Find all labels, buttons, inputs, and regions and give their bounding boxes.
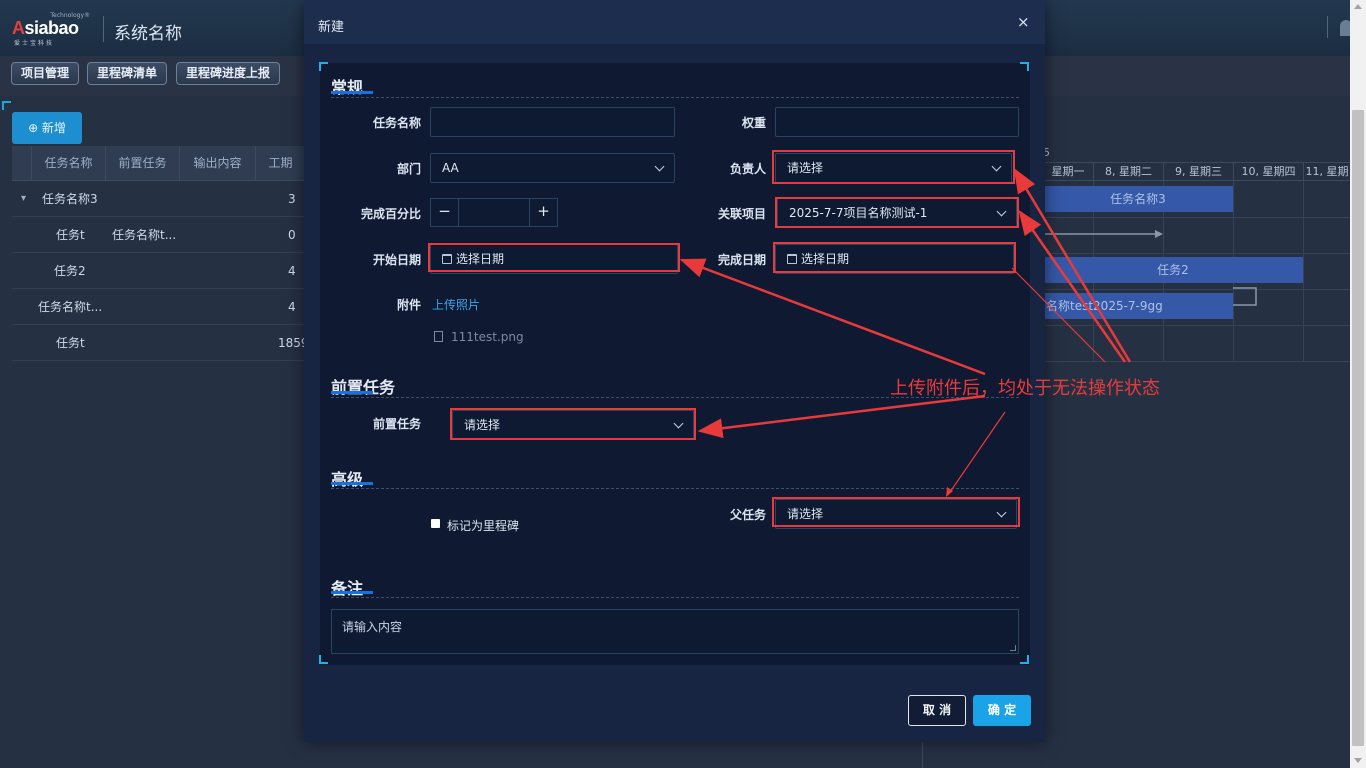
section-divider <box>331 97 1019 98</box>
annotation-note: 上传附件后，均处于无法操作状态 <box>890 378 1160 399</box>
row-task-name: 任务t <box>56 228 85 242</box>
section-divider <box>331 597 1019 598</box>
section-divider <box>331 488 1019 489</box>
confirm-button[interactable]: 确 定 <box>973 695 1031 726</box>
section-accent <box>331 391 373 394</box>
table-row[interactable]: 任务t 任务名称t... 0 <box>12 217 305 253</box>
row-duration: 3 <box>288 192 296 206</box>
frame-corner <box>319 62 328 71</box>
task-name-input[interactable] <box>430 107 675 137</box>
scroll-down-icon[interactable] <box>1354 758 1362 763</box>
row-predecessor: 任务名称t... <box>112 228 177 242</box>
highlight-box-owner <box>772 150 1015 184</box>
parent-task-label: 父任务 <box>729 508 766 522</box>
owner-label: 负责人 <box>729 162 766 176</box>
table-row[interactable]: 任务2 4 <box>12 253 305 289</box>
start-date-label: 开始日期 <box>372 253 421 267</box>
highlight-box-predecessor <box>450 408 696 440</box>
section-advanced-title: 高级 <box>331 470 364 489</box>
row-task-name: 任务名称t... <box>38 300 103 314</box>
section-accent <box>331 482 373 485</box>
weight-input[interactable] <box>775 107 1019 137</box>
section-accent <box>331 91 373 94</box>
logo-word-rest: siabao <box>24 18 80 38</box>
nav-milestone-progress-report[interactable]: 里程碑进度上报 <box>176 62 281 85</box>
logo-subtitle: 爱士宝科技 <box>14 40 55 47</box>
close-icon[interactable]: × <box>1017 13 1030 31</box>
section-remark-title: 备注 <box>331 579 364 598</box>
expand-icon[interactable]: ▾ <box>21 181 26 217</box>
decrement-button[interactable]: − <box>431 199 459 226</box>
add-task-button[interactable]: ⊕ 新增 <box>12 112 82 144</box>
grid-header: 任务名称 前置任务 输出内容 工期 <box>12 146 305 181</box>
nav-project-management[interactable]: 项目管理 <box>11 62 80 85</box>
section-general-title: 常规 <box>331 78 364 97</box>
task-name-label: 任务名称 <box>372 116 421 130</box>
frame-corner <box>319 655 328 664</box>
percent-label: 完成百分比 <box>360 207 421 221</box>
increment-button[interactable]: + <box>529 199 557 226</box>
header-divider <box>103 16 104 42</box>
nav-milestone-list[interactable]: 里程碑清单 <box>87 62 168 85</box>
percent-stepper[interactable]: − + <box>430 198 558 227</box>
gantt-chart: 5 星期一 8, 星期二 9, 星期三 10, 星期四 11, 星期 任务名称3… <box>1043 146 1350 362</box>
dialog-title: 新建 <box>318 20 345 35</box>
row-task-name: 任务t <box>56 336 85 350</box>
row-duration: 4 <box>288 264 296 278</box>
highlight-box-parent <box>772 497 1020 527</box>
gantt-link-lines <box>1043 230 1257 306</box>
grid-col-duration[interactable]: 工期 <box>256 146 305 180</box>
section-predecessor-title: 前置任务 <box>331 378 396 397</box>
dialog-header: 新建 × <box>304 0 1045 44</box>
remark-textarea[interactable]: 请输入内容 <box>331 609 1019 654</box>
attachment-file-name[interactable]: 111test.png <box>451 330 524 344</box>
highlight-box-end-date <box>773 242 1016 273</box>
scrollbar-thumb[interactable] <box>1352 110 1364 746</box>
logo-letter-a: A <box>12 18 25 38</box>
row-duration: 0 <box>288 228 296 242</box>
row-task-name: 任务2 <box>54 264 86 278</box>
frame-corner <box>1020 62 1029 71</box>
table-row[interactable]: 任务名称t... 4 <box>12 289 305 325</box>
frame-corner <box>2 101 11 110</box>
company-logo: Technology® Asiabao 爱士宝科技 <box>12 12 92 47</box>
system-name: 系统名称 <box>114 24 182 44</box>
file-icon <box>434 331 443 342</box>
upload-photo-link[interactable]: 上传照片 <box>432 296 480 313</box>
attachment-label: 附件 <box>396 298 421 312</box>
resize-handle-icon[interactable] <box>1010 645 1016 651</box>
task-grid: 任务名称 前置任务 输出内容 工期 ▾ 任务名称3 3 任务t 任务名称t...… <box>12 146 309 362</box>
section-accent <box>331 591 373 594</box>
logo-wordmark: Asiabao <box>12 18 79 39</box>
grid-col-output[interactable]: 输出内容 <box>180 146 256 180</box>
table-row[interactable]: ▾ 任务名称3 3 <box>12 181 305 217</box>
header-divider-right <box>1327 16 1328 38</box>
row-duration: 4 <box>288 300 296 314</box>
cancel-button[interactable]: 取 消 <box>908 695 966 726</box>
grid-col-task-name[interactable]: 任务名称 <box>32 146 106 180</box>
grid-header-spacer <box>12 146 32 180</box>
remark-placeholder: 请输入内容 <box>342 620 403 634</box>
end-date-label: 完成日期 <box>717 253 766 267</box>
scroll-up-icon[interactable] <box>1354 4 1362 9</box>
weight-label: 权重 <box>741 116 766 130</box>
table-row[interactable]: 任务t 1859 <box>12 325 309 361</box>
row-task-name: 任务名称3 <box>42 192 98 206</box>
frame-corner <box>1020 655 1029 664</box>
project-label: 关联项目 <box>717 207 766 221</box>
milestone-label: 标记为里程碑 <box>447 519 520 533</box>
grid-col-predecessor[interactable]: 前置任务 <box>106 146 180 180</box>
department-label: 部门 <box>396 162 421 176</box>
predecessor-label: 前置任务 <box>372 417 421 431</box>
department-select[interactable]: AA <box>430 153 675 183</box>
highlight-box-start-date <box>428 243 680 272</box>
highlight-box-project <box>775 197 1019 228</box>
milestone-checkbox[interactable] <box>431 519 440 528</box>
